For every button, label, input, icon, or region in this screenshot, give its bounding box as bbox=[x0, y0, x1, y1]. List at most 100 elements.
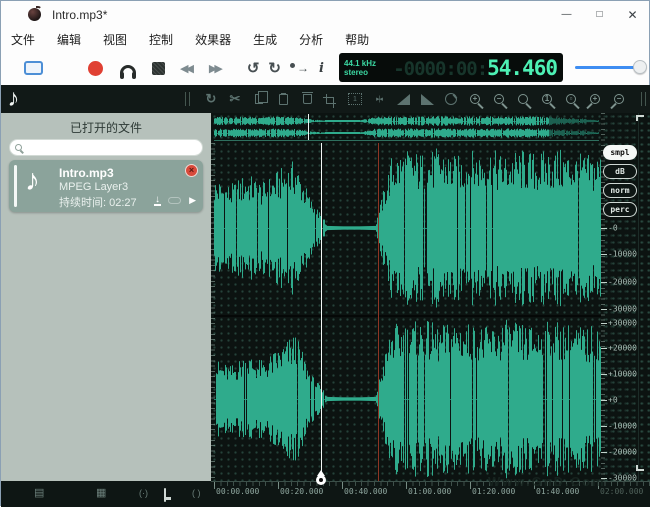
cursor-line[interactable] bbox=[378, 143, 379, 481]
menu-item-5[interactable]: 生成 bbox=[253, 31, 277, 48]
display-mode-icon[interactable] bbox=[164, 490, 166, 501]
scale-label: -30000 bbox=[608, 305, 637, 314]
scrollbar-bottom-cap bbox=[636, 465, 644, 471]
music-note-icon: ♪ bbox=[25, 164, 40, 198]
amplitude-scale: smpl dB norm perc -0 -10000 -20000 -30000 +3000… bbox=[601, 113, 638, 481]
edit-toolbar: ♪ ↻ ✂ 1 ▸|◂ + − 1 ▫ + − bbox=[1, 85, 650, 113]
file-name: Intro.mp3 bbox=[59, 166, 114, 180]
loop-repeat-button[interactable]: ↻ bbox=[268, 57, 281, 79]
scale-tick bbox=[601, 323, 607, 324]
app-icon bbox=[28, 8, 41, 21]
paste-icon[interactable] bbox=[275, 91, 291, 107]
loop-button[interactable]: ↺ bbox=[247, 57, 260, 79]
volume-slider[interactable] bbox=[575, 59, 645, 75]
scale-mode-perc[interactable]: perc bbox=[603, 202, 637, 217]
menu-bar: 文件 编辑 视图 控制 效果器 生成 分析 帮助 bbox=[1, 28, 649, 51]
search-box[interactable] bbox=[9, 139, 203, 156]
timeline-label: 00:00.000 bbox=[216, 487, 259, 496]
save-file-icon[interactable]: ↓ bbox=[154, 195, 161, 206]
sidebar-header: 已打开的文件 bbox=[1, 113, 211, 136]
undo-icon[interactable]: ↻ bbox=[203, 91, 219, 107]
zoom-vertical-in-icon[interactable]: + bbox=[587, 91, 603, 107]
main-waveform[interactable] bbox=[214, 143, 601, 481]
timeline-label: 01:00.000 bbox=[408, 487, 451, 496]
view-list-icon[interactable]: ▤ bbox=[34, 488, 44, 499]
scale-tick bbox=[601, 400, 607, 401]
play-file-icon[interactable]: ▶ bbox=[189, 195, 196, 206]
menu-item-7[interactable]: 帮助 bbox=[345, 31, 369, 48]
fade-in-icon[interactable] bbox=[395, 91, 411, 107]
trim-icon[interactable] bbox=[323, 91, 339, 107]
files-sidebar: 已打开的文件 ♪ Intro.mp3 MPEG Layer3 持续时间: 02:… bbox=[1, 113, 211, 481]
scale-label: -20000 bbox=[608, 278, 637, 287]
scale-label: -0 bbox=[608, 224, 618, 233]
overview-waveform[interactable] bbox=[214, 114, 599, 140]
close-button[interactable]: ✕ bbox=[616, 1, 649, 28]
scale-mode-dB[interactable]: dB bbox=[603, 164, 637, 179]
menu-item-0[interactable]: 文件 bbox=[11, 31, 35, 48]
zoom-icon[interactable] bbox=[515, 91, 531, 107]
sample-rate-label: 44.1 kHz bbox=[344, 59, 376, 68]
selection-tool-icon[interactable] bbox=[24, 61, 43, 75]
minimize-button[interactable]: — bbox=[550, 1, 583, 28]
fast-forward-button[interactable]: ▶▶ bbox=[209, 57, 223, 79]
search-input[interactable] bbox=[26, 142, 186, 153]
zoom-out-icon[interactable]: − bbox=[491, 91, 507, 107]
file-duration: 持续时间: 02:27 bbox=[59, 194, 137, 210]
scale-tick bbox=[601, 228, 607, 229]
volume-knob[interactable] bbox=[633, 60, 647, 74]
zoom-one-icon[interactable]: 1 bbox=[539, 91, 555, 107]
playhead-line[interactable] bbox=[321, 143, 322, 481]
scale-tick bbox=[601, 452, 607, 453]
info-icon[interactable]: i bbox=[319, 57, 324, 79]
headphones-icon[interactable] bbox=[120, 65, 136, 75]
menu-item-3[interactable]: 控制 bbox=[149, 31, 173, 48]
cut-icon[interactable]: ✂ bbox=[227, 91, 243, 107]
close-file-icon[interactable]: × bbox=[185, 164, 198, 177]
copy-icon[interactable] bbox=[251, 91, 267, 107]
menu-item-1[interactable]: 编辑 bbox=[57, 31, 81, 48]
scrub-right-icon[interactable]: ( ) bbox=[192, 488, 201, 499]
zoom-vertical-out-icon[interactable]: − bbox=[611, 91, 627, 107]
zoom-in-icon[interactable]: + bbox=[467, 91, 483, 107]
scale-tick bbox=[601, 309, 607, 310]
record-button[interactable] bbox=[88, 61, 103, 76]
menu-item-2[interactable]: 视图 bbox=[103, 31, 127, 48]
timeline-label: 00:40.000 bbox=[344, 487, 387, 496]
gain-dial-icon[interactable] bbox=[443, 91, 459, 107]
menu-item-4[interactable]: 效果器 bbox=[195, 31, 231, 48]
window-controls: — □ ✕ bbox=[550, 1, 649, 28]
scale-label: +30000 bbox=[608, 319, 637, 328]
overview-playhead[interactable] bbox=[308, 114, 309, 140]
toolbar-drag-handle[interactable] bbox=[185, 92, 190, 106]
title-bar[interactable]: Intro.mp3* — □ ✕ bbox=[1, 1, 649, 28]
trash-icon[interactable] bbox=[299, 91, 315, 107]
file-list-item[interactable]: ♪ Intro.mp3 MPEG Layer3 持续时间: 02:27 × ↓ … bbox=[9, 160, 203, 212]
watermark: Www.GnD.Com bbox=[488, 474, 606, 489]
scale-mode-norm[interactable]: norm bbox=[603, 183, 637, 198]
scale-label: -10000 bbox=[608, 250, 637, 259]
bottom-bar-icons: ▤ ▦ (·) ( ) bbox=[1, 481, 211, 507]
menu-item-6[interactable]: 分析 bbox=[299, 31, 323, 48]
vertical-scrollbar[interactable] bbox=[638, 113, 650, 481]
toolbar-drag-handle-right[interactable] bbox=[641, 92, 646, 106]
scale-tick bbox=[601, 282, 607, 283]
view-grid-icon[interactable]: ▦ bbox=[96, 488, 106, 499]
rewind-button[interactable]: ◀◀ bbox=[180, 57, 194, 79]
fade-out-icon[interactable] bbox=[419, 91, 435, 107]
channel-separator bbox=[214, 315, 601, 317]
audio-file-tab-icon[interactable]: ♪ bbox=[1, 85, 26, 113]
scale-tick bbox=[601, 374, 607, 375]
scale-mode-smpl[interactable]: smpl bbox=[603, 145, 637, 160]
scale-label: +0 bbox=[608, 396, 618, 405]
scale-label: -20000 bbox=[608, 448, 637, 457]
stop-button[interactable] bbox=[152, 62, 165, 75]
zoom-selection-icon[interactable]: ▫ bbox=[563, 91, 579, 107]
scrub-left-icon[interactable]: (·) bbox=[139, 488, 148, 499]
play-through-button[interactable]: → bbox=[290, 57, 309, 79]
split-icon[interactable]: ▸|◂ bbox=[371, 91, 387, 107]
channels-label: stereo bbox=[344, 68, 376, 77]
status-oval-icon bbox=[168, 197, 181, 204]
maximize-button[interactable]: □ bbox=[583, 1, 616, 28]
selection-box-icon[interactable]: 1 bbox=[347, 91, 363, 107]
